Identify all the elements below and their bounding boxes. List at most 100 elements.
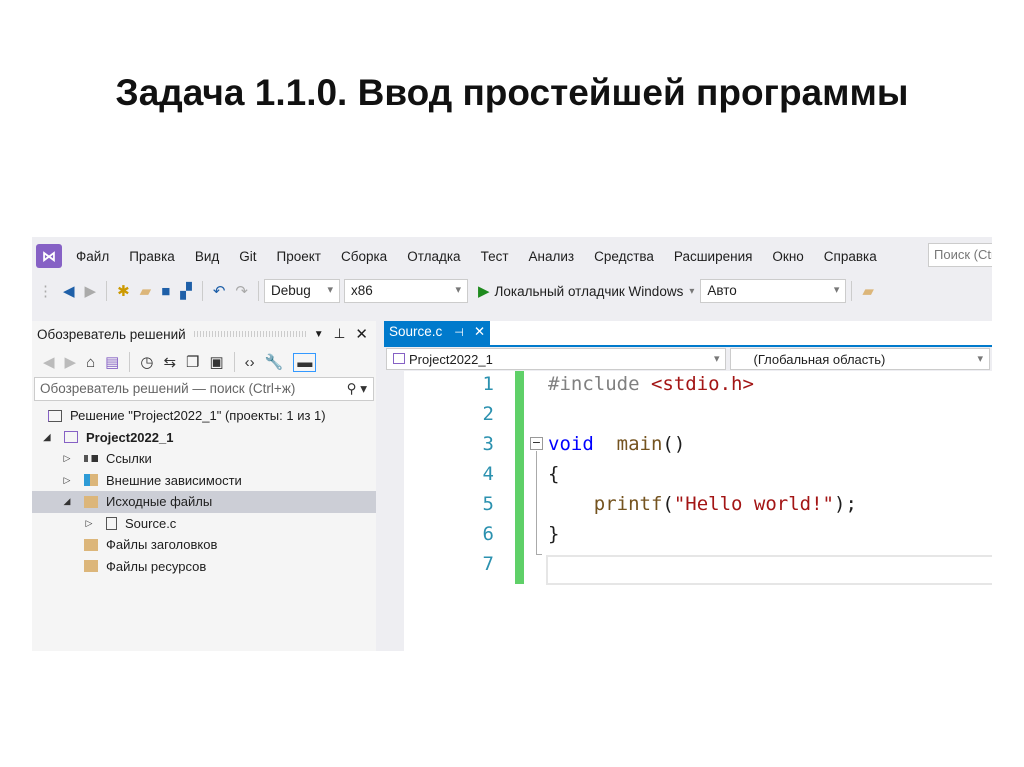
code-line: #include <stdio.h> (548, 373, 754, 395)
back-icon[interactable]: ◀ (63, 282, 75, 300)
project-icon (64, 431, 78, 444)
tree-item-resource-files[interactable]: Файлы ресурсов (32, 556, 376, 578)
menu-file[interactable]: Файл (76, 249, 109, 264)
tab-label: Source.c (389, 324, 443, 339)
tree-item-header-files[interactable]: Файлы заголовков (32, 534, 376, 556)
margin (384, 371, 404, 651)
filter-folder-icon (84, 560, 98, 573)
play-icon[interactable]: ▶ (478, 282, 490, 300)
save-all-icon[interactable]: ▞ (180, 282, 192, 300)
visual-studio-window: ⋈ Файл Правка Вид Git Проект Сборка Отла… (32, 237, 992, 651)
menu-test[interactable]: Тест (481, 249, 509, 264)
menu-bar: ⋈ Файл Правка Вид Git Проект Сборка Отла… (32, 241, 897, 271)
c-file-icon (106, 516, 117, 530)
tree-item-source-files[interactable]: ◢ Исходные файлы (32, 491, 376, 513)
project-dropdown[interactable]: Project2022_1 (386, 348, 727, 370)
open-folder-icon[interactable]: ▰ (140, 282, 152, 300)
tree-item-source-c[interactable]: ▷ Source.c (32, 513, 376, 535)
tree-label: Ссылки (106, 451, 152, 467)
menu-extensions[interactable]: Расширения (674, 249, 753, 264)
line-number: 1 (482, 373, 494, 395)
tree-item-references[interactable]: ▷ Ссылки (32, 448, 376, 470)
close-icon[interactable]: ✕ (355, 325, 368, 343)
collapsed-icon[interactable]: ▷ (60, 475, 74, 486)
preview-icon[interactable]: ▬ (293, 352, 317, 372)
visual-studio-logo-icon: ⋈ (36, 244, 62, 268)
view-code-icon[interactable]: ‹› (245, 354, 255, 371)
close-tab-icon[interactable]: ✕ (474, 324, 485, 339)
menu-window[interactable]: Окно (772, 249, 803, 264)
solution-search-input[interactable]: Обозреватель решений — поиск (Ctrl+ж) ⚲ … (34, 377, 374, 401)
pin-icon[interactable]: ⊥ (334, 326, 346, 342)
project-icon (393, 353, 405, 364)
tree-item-external-deps[interactable]: ▷ Внешние зависимости (32, 470, 376, 492)
dropdown-icon[interactable]: ▼ (314, 329, 324, 340)
back-icon[interactable]: ◀ (43, 353, 55, 371)
punctuation: () (662, 433, 686, 455)
expanded-icon[interactable]: ◢ (60, 496, 74, 507)
pin-icon[interactable]: ⊣ (454, 327, 464, 339)
collapsed-icon[interactable]: ▷ (82, 518, 96, 529)
platform-dropdown[interactable]: x86 (343, 279, 468, 303)
change-tracking-bar (515, 371, 524, 584)
divider (233, 352, 235, 372)
panel-toolbar: ◀ ▶ ⌂ ▤ ◷ ⇆ ❐ ▣ ‹› 🔧 ▬ (32, 347, 376, 377)
toolbar: ⋮ ◀ ▶ ✱ ▰ ■ ▞ ↶ ↷ Debug x86 ▶ Локальный … (32, 277, 992, 305)
divider (106, 281, 108, 301)
menu-build[interactable]: Сборка (341, 249, 387, 264)
divider (129, 352, 131, 372)
configuration-dropdown[interactable]: Debug (263, 279, 340, 303)
function-name: printf (548, 493, 663, 515)
tab-source-c[interactable]: Source.c ⊣ ✕ (384, 321, 490, 345)
solution-tree: Решение "Project2022_1" (проекты: 1 из 1… (32, 401, 376, 577)
home-icon[interactable]: ⌂ (86, 354, 95, 371)
show-all-files-icon[interactable]: ▣ (209, 353, 223, 371)
code-line: { (548, 463, 560, 485)
divider (201, 281, 203, 301)
menu-tools[interactable]: Средства (594, 249, 654, 264)
menu-debug[interactable]: Отладка (407, 249, 460, 264)
new-item-icon[interactable]: ✱ (117, 282, 130, 300)
undo-icon[interactable]: ↶ (213, 282, 226, 300)
chevron-down-icon[interactable]: ▾ (689, 286, 694, 297)
menu-edit[interactable]: Правка (129, 249, 175, 264)
find-in-files-icon[interactable]: ▰ (862, 282, 874, 300)
keyword: void (548, 433, 594, 455)
expanded-icon[interactable]: ◢ (40, 432, 54, 443)
current-line-highlight (546, 555, 992, 585)
search-icon[interactable]: ⚲ ▾ (347, 381, 367, 397)
tree-label: Project2022_1 (86, 429, 174, 445)
start-debugging-button[interactable]: Локальный отладчик Windows (495, 284, 684, 299)
menu-git[interactable]: Git (239, 249, 256, 264)
navigation-bar: Project2022_1 (Глобальная область) (384, 347, 992, 371)
line-number: 3 (482, 433, 494, 455)
menu-help[interactable]: Справка (824, 249, 877, 264)
collapsed-icon[interactable]: ▷ (60, 453, 74, 464)
save-icon[interactable]: ■ (161, 283, 170, 300)
code-line: void main() (548, 433, 685, 455)
sync-icon[interactable]: ⇆ (163, 353, 176, 371)
forward-icon[interactable]: ▶ (85, 282, 97, 300)
pending-changes-icon[interactable]: ◷ (140, 353, 153, 371)
target-dropdown[interactable]: Авто (700, 279, 847, 303)
filter-folder-icon (84, 538, 98, 551)
tree-label: Внешние зависимости (106, 472, 242, 488)
drag-handle[interactable] (193, 331, 306, 337)
redo-icon[interactable]: ↷ (235, 282, 248, 300)
dropdown-value: Project2022_1 (409, 352, 493, 367)
collapse-outline-icon[interactable]: − (530, 437, 543, 450)
scope-dropdown[interactable]: (Глобальная область) (730, 348, 990, 370)
search-input[interactable]: Поиск (Ctrl+Q) (928, 243, 992, 267)
switch-views-icon[interactable]: ▤ (105, 353, 119, 371)
forward-icon[interactable]: ▶ (65, 353, 77, 371)
tree-item-project[interactable]: ◢ Project2022_1 (32, 427, 376, 449)
punctuation: ); (834, 493, 857, 515)
menu-analyze[interactable]: Анализ (529, 249, 575, 264)
tree-item-solution[interactable]: Решение "Project2022_1" (проекты: 1 из 1… (32, 405, 376, 427)
menu-project[interactable]: Проект (277, 249, 321, 264)
properties-wrench-icon[interactable]: 🔧 (265, 353, 284, 371)
solution-icon (48, 409, 62, 422)
collapse-all-icon[interactable]: ❐ (186, 353, 199, 371)
menu-view[interactable]: Вид (195, 249, 219, 264)
line-number: 7 (482, 553, 494, 575)
